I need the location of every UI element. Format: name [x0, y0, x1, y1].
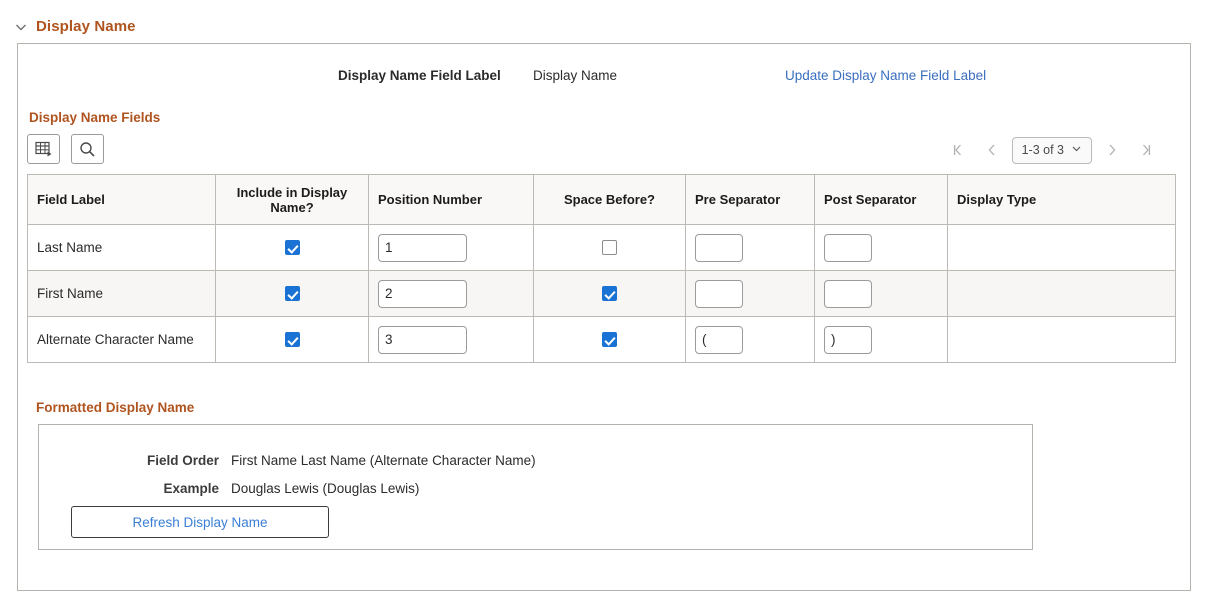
cell-space-before — [534, 271, 686, 317]
display-name-panel: Display Name Field Label Display Name Up… — [17, 43, 1191, 591]
display-name-field-label-row: Display Name Field Label Display Name Up… — [18, 68, 1190, 90]
cell-display-type — [948, 225, 1176, 271]
column-header-post-separator[interactable]: Post Separator — [815, 175, 948, 225]
pre-separator-input[interactable] — [695, 234, 743, 262]
next-page-icon[interactable] — [1095, 135, 1129, 165]
display-name-section-header[interactable]: Display Name — [14, 18, 136, 35]
table-header-row: Field Label Include in Display Name? Pos… — [28, 175, 1176, 225]
field-order-value: First Name Last Name (Alternate Characte… — [231, 453, 536, 468]
table-row: First Name — [28, 271, 1176, 317]
include-checkbox[interactable] — [285, 240, 300, 255]
cell-space-before — [534, 225, 686, 271]
chevron-down-icon[interactable] — [14, 20, 28, 34]
field-order-label: Field Order — [129, 453, 219, 468]
cell-position-number — [369, 271, 534, 317]
pre-separator-input[interactable] — [695, 280, 743, 308]
cell-include-in-display-name — [216, 317, 369, 363]
column-header-pre-separator[interactable]: Pre Separator — [686, 175, 815, 225]
position-number-input[interactable] — [378, 280, 467, 308]
column-header-position-number[interactable]: Position Number — [369, 175, 534, 225]
post-separator-input[interactable] — [824, 280, 872, 308]
last-page-icon[interactable] — [1129, 135, 1163, 165]
cell-post-separator — [815, 317, 948, 363]
page-range-label: 1-3 of 3 — [1022, 143, 1064, 157]
cell-pre-separator — [686, 317, 815, 363]
cell-position-number — [369, 225, 534, 271]
page-title: Display Name — [36, 18, 136, 35]
display-name-fields-grid: Field Label Include in Display Name? Pos… — [27, 174, 1175, 363]
example-label: Example — [129, 481, 219, 496]
column-header-field-label[interactable]: Field Label — [28, 175, 216, 225]
display-name-configuration-page: Display Name Display Name Field Label Di… — [0, 0, 1228, 611]
column-header-display-type[interactable]: Display Type — [948, 175, 1176, 225]
example-value: Douglas Lewis (Douglas Lewis) — [231, 481, 419, 496]
cell-field-label: First Name — [28, 271, 216, 317]
include-checkbox[interactable] — [285, 286, 300, 301]
cell-include-in-display-name — [216, 225, 369, 271]
first-page-icon[interactable] — [941, 135, 975, 165]
space-before-checkbox[interactable] — [602, 286, 617, 301]
cell-pre-separator — [686, 271, 815, 317]
refresh-display-name-button[interactable]: Refresh Display Name — [71, 506, 329, 538]
position-number-input[interactable] — [378, 326, 467, 354]
cell-post-separator — [815, 225, 948, 271]
table-row: Last Name — [28, 225, 1176, 271]
column-header-space-before[interactable]: Space Before? — [534, 175, 686, 225]
cell-field-label: Last Name — [28, 225, 216, 271]
search-icon[interactable] — [71, 134, 104, 164]
chevron-down-icon — [1071, 141, 1082, 159]
cell-field-label: Alternate Character Name — [28, 317, 216, 363]
cell-space-before — [534, 317, 686, 363]
grid-pager: 1-3 of 3 — [941, 134, 1163, 166]
table-row: Alternate Character Name — [28, 317, 1176, 363]
cell-include-in-display-name — [216, 271, 369, 317]
pre-separator-input[interactable] — [695, 326, 743, 354]
cell-display-type — [948, 317, 1176, 363]
space-before-checkbox[interactable] — [602, 240, 617, 255]
previous-page-icon[interactable] — [975, 135, 1009, 165]
page-range-dropdown[interactable]: 1-3 of 3 — [1012, 137, 1092, 164]
cell-pre-separator — [686, 225, 815, 271]
display-name-field-label-caption: Display Name Field Label — [338, 68, 501, 83]
post-separator-input[interactable] — [824, 234, 872, 262]
include-checkbox[interactable] — [285, 332, 300, 347]
cell-post-separator — [815, 271, 948, 317]
grid-personalize-icon[interactable] — [27, 134, 60, 164]
update-display-name-field-label-link[interactable]: Update Display Name Field Label — [785, 68, 986, 83]
cell-position-number — [369, 317, 534, 363]
display-name-fields-title: Display Name Fields — [29, 110, 160, 125]
formatted-display-name-title: Formatted Display Name — [36, 400, 194, 415]
grid-toolbar: 1-3 of 3 — [27, 134, 1163, 174]
display-name-field-label-value: Display Name — [533, 68, 617, 83]
post-separator-input[interactable] — [824, 326, 872, 354]
formatted-display-name-panel: Field Order First Name Last Name (Altern… — [38, 424, 1033, 550]
cell-display-type — [948, 271, 1176, 317]
position-number-input[interactable] — [378, 234, 467, 262]
space-before-checkbox[interactable] — [602, 332, 617, 347]
column-header-include-in-display-name[interactable]: Include in Display Name? — [216, 175, 369, 225]
